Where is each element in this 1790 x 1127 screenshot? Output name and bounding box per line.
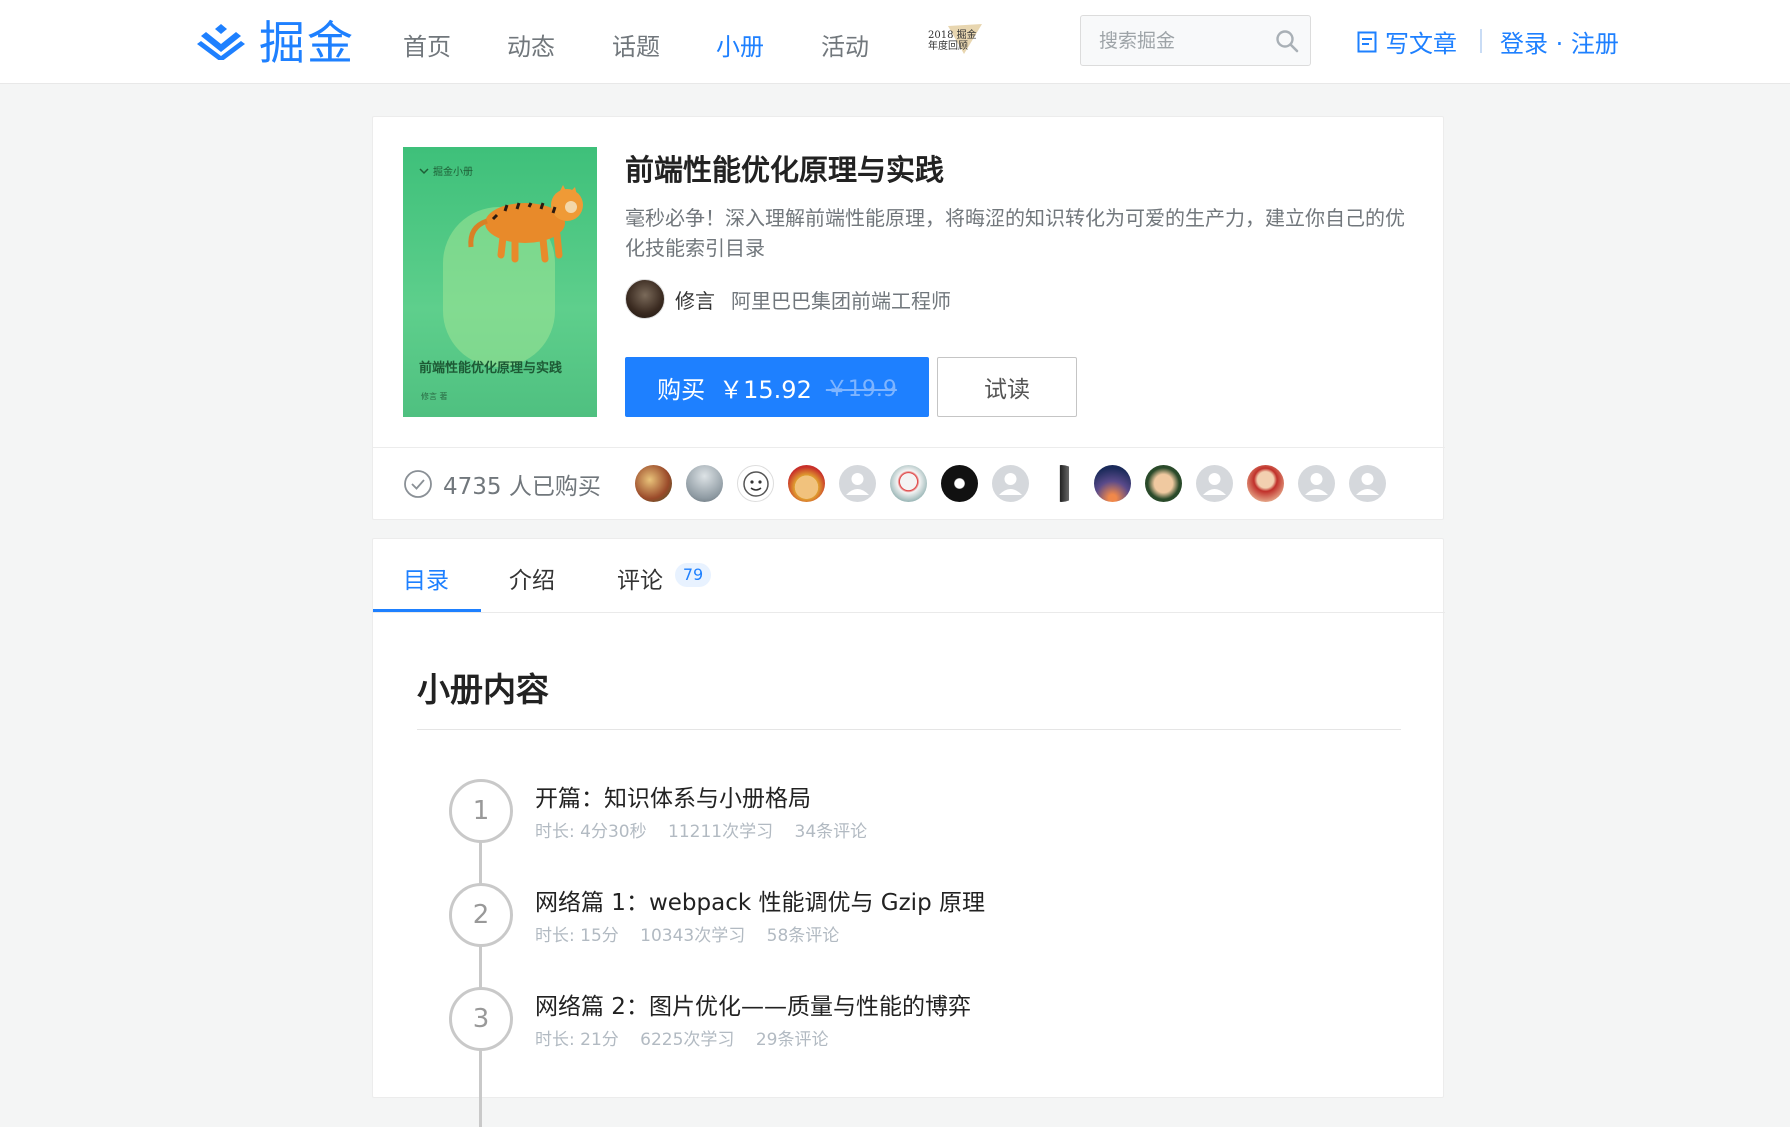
buyer-avatar[interactable] xyxy=(1145,465,1182,502)
buyer-avatar[interactable] xyxy=(1094,465,1131,502)
check-circle-icon xyxy=(404,470,432,498)
active-tab-underline xyxy=(373,609,481,612)
default-avatar[interactable] xyxy=(1298,465,1335,502)
tab-comments[interactable]: 评论 xyxy=(617,561,663,595)
top-header: 掘金 首页 动态 话题 小册 活动 2018 掘金年度回顾 写文章 登录 · 注… xyxy=(0,0,1790,84)
card-divider xyxy=(373,447,1445,448)
login-register-link[interactable]: 登录 · 注册 xyxy=(1500,24,1619,59)
buyer-avatar[interactable] xyxy=(686,465,723,502)
chapter-item[interactable]: 1 开篇：知识体系与小册格局 时长: 4分30秒 11211次学习 34条评论 xyxy=(373,779,1445,879)
chapter-meta: 时长: 15分 10343次学习 58条评论 xyxy=(535,921,855,946)
chapter-comments: 34条评论 xyxy=(794,822,868,842)
author-info[interactable]: 修言 阿里巴巴集团前端工程师 xyxy=(625,279,951,319)
badge-text: 2018 掘金年度回顾 xyxy=(928,30,977,52)
edit-document-icon xyxy=(1357,31,1377,52)
buyer-avatar[interactable] xyxy=(788,465,825,502)
write-article-label: 写文章 xyxy=(1385,30,1457,58)
logo-text: 掘金 xyxy=(259,16,355,70)
chapter-meta: 时长: 21分 6225次学习 29条评论 xyxy=(535,1025,844,1050)
book-title: 前端性能优化原理与实践 xyxy=(625,153,945,187)
buyer-avatars xyxy=(635,465,1386,502)
purchase-count-label: 4735 人已购买 xyxy=(443,474,601,500)
try-read-button[interactable]: 试读 xyxy=(937,357,1077,417)
cover-author: 修言 著 xyxy=(421,392,448,401)
default-avatar[interactable] xyxy=(1196,465,1233,502)
search-icon[interactable] xyxy=(1274,28,1300,54)
cover-title: 前端性能优化原理与实践 xyxy=(419,361,563,376)
book-info-card: 掘金小册 前端性能优化原理与实践 修言 著 前端性能优化原理与实践 毫秒必争！深… xyxy=(372,116,1445,520)
user-placeholder-icon xyxy=(846,473,869,495)
juejin-logo[interactable]: 掘金 xyxy=(195,14,355,70)
user-placeholder-icon xyxy=(1203,473,1226,495)
buyer-avatar[interactable] xyxy=(890,465,927,502)
cover-logo-icon xyxy=(419,167,429,174)
chapter-meta: 时长: 4分30秒 11211次学习 34条评论 xyxy=(535,817,883,842)
chapter-learners: 6225次学习 xyxy=(640,1030,735,1050)
default-avatar[interactable] xyxy=(992,465,1029,502)
chapter-title[interactable]: 网络篇 2：图片优化——质量与性能的博弈 xyxy=(535,987,971,1021)
chapter-learners: 11211次学习 xyxy=(668,822,774,842)
author-title: 阿里巴巴集团前端工程师 xyxy=(731,288,951,313)
cartoon-face-icon xyxy=(743,471,769,497)
chapter-number: 3 xyxy=(449,987,513,1051)
default-avatar[interactable] xyxy=(1349,465,1386,502)
buyer-avatar[interactable] xyxy=(1247,465,1284,502)
buyer-avatar[interactable] xyxy=(737,465,774,502)
book-cover: 掘金小册 前端性能优化原理与实践 修言 著 xyxy=(403,147,597,417)
author-name[interactable]: 修言 xyxy=(675,285,715,314)
search-input[interactable] xyxy=(1082,17,1262,64)
section-divider xyxy=(417,729,1401,730)
chapter-comments: 29条评论 xyxy=(755,1030,829,1050)
user-placeholder-icon xyxy=(999,473,1022,495)
chapter-number: 2 xyxy=(449,883,513,947)
chapter-number: 1 xyxy=(449,779,513,843)
nav-activity[interactable]: 动态 xyxy=(507,27,555,62)
default-avatar[interactable] xyxy=(839,465,876,502)
chapter-comments: 58条评论 xyxy=(766,926,840,946)
chapter-item[interactable]: 3 网络篇 2：图片优化——质量与性能的博弈 时长: 21分 6225次学习 2… xyxy=(373,987,1445,1087)
nav-topics[interactable]: 话题 xyxy=(612,27,660,62)
cover-side-text xyxy=(421,187,427,217)
chapter-item[interactable]: 2 网络篇 1：webpack 性能调优与 Gzip 原理 时长: 15分 10… xyxy=(373,883,1445,983)
chapter-title[interactable]: 网络篇 1：webpack 性能调优与 Gzip 原理 xyxy=(535,883,985,917)
buyer-avatar[interactable] xyxy=(635,465,672,502)
chapter-duration: 时长: 15分 xyxy=(535,926,619,946)
booklet-content-card: 目录 介绍 评论 79 小册内容 1 开篇：知识体系与小册格局 时长: 4分30… xyxy=(372,538,1445,1127)
nav-booklets[interactable]: 小册 xyxy=(716,27,764,62)
search-box xyxy=(1080,15,1311,66)
current-price: ￥15.92 xyxy=(719,375,812,404)
tab-bar: 目录 介绍 评论 79 xyxy=(373,539,1445,613)
tab-contents[interactable]: 目录 xyxy=(403,561,449,595)
chapter-learners: 10343次学习 xyxy=(640,926,746,946)
comment-count-badge: 79 xyxy=(675,563,711,587)
user-placeholder-icon xyxy=(1305,473,1328,495)
author-avatar[interactable] xyxy=(625,279,665,319)
original-price: ￥19.9 xyxy=(825,377,897,402)
buy-label: 购买 xyxy=(657,375,706,404)
annual-review-badge[interactable]: 2018 掘金年度回顾 xyxy=(920,22,986,58)
tiger-illustration-icon xyxy=(468,185,583,263)
user-placeholder-icon xyxy=(1356,473,1379,495)
buyer-avatar[interactable] xyxy=(1043,465,1080,502)
nav-home[interactable]: 首页 xyxy=(403,27,451,62)
chapter-duration: 时长: 21分 xyxy=(535,1030,619,1050)
chapter-duration: 时长: 4分30秒 xyxy=(535,822,647,842)
chapter-title[interactable]: 开篇：知识体系与小册格局 xyxy=(535,779,811,813)
juejin-logo-icon xyxy=(197,24,245,60)
section-title: 小册内容 xyxy=(417,670,549,709)
buy-button[interactable]: 购买 ￥15.92 ￥19.9 xyxy=(625,357,929,417)
book-description: 毫秒必争！深入理解前端性能原理，将晦涩的知识转化为可爱的生产力，建立你自己的优化… xyxy=(625,206,1405,260)
purchase-count: 4735 人已购买 xyxy=(403,467,601,501)
nav-events[interactable]: 活动 xyxy=(821,27,869,62)
write-article-button[interactable]: 写文章 xyxy=(1357,24,1457,59)
tab-intro[interactable]: 介绍 xyxy=(509,561,555,595)
buyer-avatar[interactable] xyxy=(941,465,978,502)
header-divider xyxy=(1480,29,1482,53)
